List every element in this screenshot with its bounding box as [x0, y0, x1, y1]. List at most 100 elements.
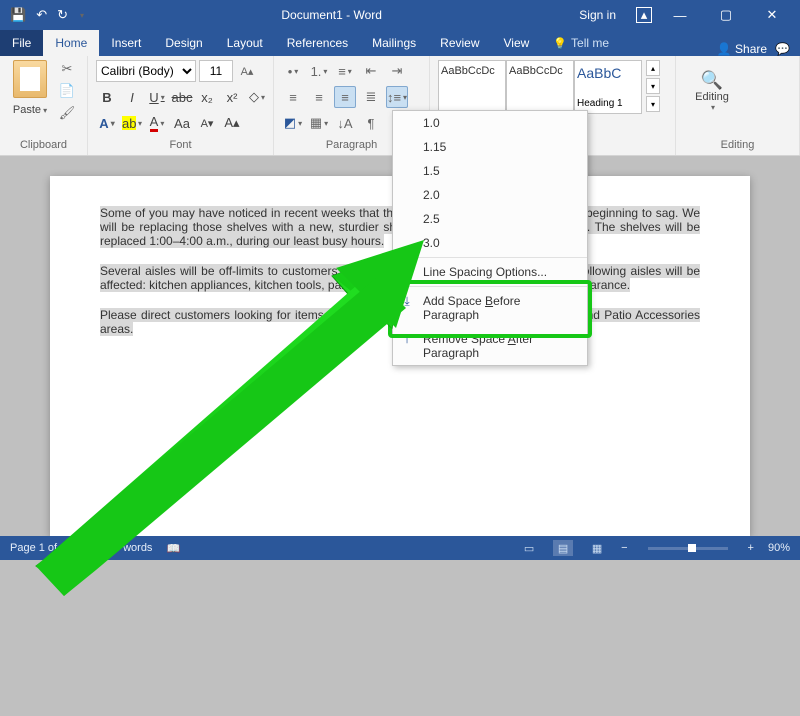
subscript-button[interactable]: x₂ [196, 86, 218, 108]
style-name: Heading 1 [577, 98, 639, 109]
bullets-icon[interactable]: • [282, 60, 304, 82]
decrease-indent-icon[interactable]: ⇤ [360, 60, 382, 82]
tab-references[interactable]: References [275, 30, 360, 56]
superscript-button[interactable]: x² [221, 86, 243, 108]
spellcheck-icon[interactable]: 📖 [166, 542, 180, 555]
status-bar: Page 1 of 1 98 of 98 words 📖 ▭ ▤ ▦ − + 9… [0, 536, 800, 560]
line-spacing-button[interactable]: ↕≡ [386, 86, 408, 108]
style-preview: AaBbCcDc [441, 65, 503, 77]
sign-in-link[interactable]: Sign in [579, 8, 616, 22]
style-normal[interactable]: AaBbCcDc [438, 60, 506, 114]
spacing-2-5[interactable]: 2.5 [393, 207, 587, 231]
styles-up-icon[interactable]: ▴ [646, 60, 660, 76]
tab-tell-me[interactable]: Tell me [541, 30, 621, 56]
text-effects-icon[interactable]: A [96, 112, 118, 134]
font-name-select[interactable]: Calibri (Body) [96, 60, 196, 82]
style-nospacing[interactable]: AaBbCcDc [506, 60, 574, 114]
web-layout-icon[interactable]: ▦ [587, 540, 607, 556]
strike-button[interactable]: abc [171, 86, 193, 108]
paste-button[interactable]: Paste [8, 60, 52, 118]
show-marks-icon[interactable]: ¶ [360, 112, 382, 134]
add-space-before[interactable]: ⤓Add Space Before Paragraph [393, 289, 587, 327]
ribbon-display-icon[interactable]: ▴ [636, 7, 652, 23]
editing-button[interactable]: 🔍 Editing [684, 60, 740, 112]
spacing-3-0[interactable]: 3.0 [393, 231, 587, 255]
align-right-icon[interactable]: ≡ [334, 86, 356, 108]
find-icon: 🔍 [701, 70, 723, 91]
tab-layout[interactable]: Layout [215, 30, 275, 56]
style-preview: AaBbC [577, 65, 639, 81]
align-left-icon[interactable]: ≡ [282, 86, 304, 108]
remove-after-label: Remove Space After Paragraph [423, 332, 533, 360]
paste-icon [13, 60, 47, 98]
add-before-icon: ⤓ [399, 293, 415, 309]
paste-label: Paste [13, 104, 47, 116]
menu-separator [393, 257, 587, 258]
minimize-button[interactable]: — [662, 0, 698, 30]
group-font: Calibri (Body) A▴ B I U abc x₂ x² ◇ A ab… [88, 56, 274, 155]
word-count[interactable]: 98 of 98 words [80, 542, 152, 554]
close-button[interactable]: ✕ [754, 0, 790, 30]
borders-icon[interactable]: ▦ [308, 112, 330, 134]
align-center-icon[interactable]: ≡ [308, 86, 330, 108]
tab-home[interactable]: Home [43, 30, 99, 56]
maximize-button[interactable]: ▢ [708, 0, 744, 30]
tab-insert[interactable]: Insert [99, 30, 153, 56]
numbering-icon[interactable]: 1. [308, 60, 330, 82]
copy-icon[interactable]: 📄 [56, 82, 78, 100]
comments-icon[interactable]: 💬 [775, 42, 790, 56]
tab-view[interactable]: View [492, 30, 542, 56]
read-mode-icon[interactable]: ▭ [519, 540, 539, 556]
style-heading1[interactable]: AaBbC Heading 1 [574, 60, 642, 114]
tab-design[interactable]: Design [153, 30, 214, 56]
group-label-clipboard: Clipboard [0, 137, 87, 153]
group-label-font: Font [88, 137, 273, 153]
style-preview: AaBbCcDc [509, 65, 571, 77]
cut-icon[interactable]: ✂ [56, 60, 78, 78]
underline-button[interactable]: U [146, 86, 168, 108]
font-size-input[interactable] [199, 60, 233, 82]
tab-mailings[interactable]: Mailings [360, 30, 428, 56]
undo-icon[interactable]: ↶ [36, 7, 47, 23]
line-spacing-options[interactable]: Line Spacing Options... [393, 260, 587, 284]
menu-separator [393, 286, 587, 287]
save-icon[interactable]: 💾 [10, 7, 26, 23]
highlight-icon[interactable]: ab [121, 112, 143, 134]
spacing-1-5[interactable]: 1.5 [393, 159, 587, 183]
redo-icon[interactable]: ↻ [57, 7, 68, 23]
styles-more-icon[interactable]: ▾ [646, 96, 660, 112]
group-clipboard: Paste ✂ 📄 🖌 Clipboard [0, 56, 88, 155]
qat-customize[interactable] [78, 11, 84, 20]
bold-button[interactable]: B [96, 86, 118, 108]
zoom-slider[interactable] [648, 547, 728, 550]
print-layout-icon[interactable]: ▤ [553, 540, 573, 556]
change-case-icon[interactable]: Aa [171, 112, 193, 134]
spacing-2-0[interactable]: 2.0 [393, 183, 587, 207]
format-painter-icon[interactable]: 🖌 [56, 104, 78, 122]
zoom-level[interactable]: 90% [768, 542, 790, 554]
group-editing: 🔍 Editing Editing [676, 56, 800, 155]
zoom-in-icon[interactable]: + [748, 542, 754, 554]
spacing-1-0[interactable]: 1.0 [393, 111, 587, 135]
remove-after-icon: ⤒ [399, 331, 415, 347]
grow-font-icon[interactable]: A▴ [236, 60, 258, 82]
font-color-icon[interactable]: A [146, 112, 168, 134]
sort-icon[interactable]: ↓A [334, 112, 356, 134]
shading-icon[interactable]: ◩ [282, 112, 304, 134]
zoom-out-icon[interactable]: − [621, 542, 627, 554]
share-button[interactable]: 👤 Share [717, 42, 767, 56]
italic-button[interactable]: I [121, 86, 143, 108]
group-label-editing: Editing [676, 137, 799, 153]
clear-formatting-icon[interactable]: ◇ [246, 86, 268, 108]
remove-space-after[interactable]: ⤒ Remove Space After Paragraph [393, 327, 587, 365]
spacing-1-15[interactable]: 1.15 [393, 135, 587, 159]
styles-down-icon[interactable]: ▾ [646, 78, 660, 94]
increase-indent-icon[interactable]: ⇥ [386, 60, 408, 82]
tab-file[interactable]: File [0, 30, 43, 56]
page-indicator[interactable]: Page 1 of 1 [10, 542, 66, 554]
multilevel-icon[interactable]: ≡ [334, 60, 356, 82]
tab-review[interactable]: Review [428, 30, 491, 56]
shrink-font-icon[interactable]: A▾ [196, 112, 218, 134]
align-justify-icon[interactable]: ≣ [360, 86, 382, 108]
grow-font2-icon[interactable]: A▴ [221, 112, 243, 134]
